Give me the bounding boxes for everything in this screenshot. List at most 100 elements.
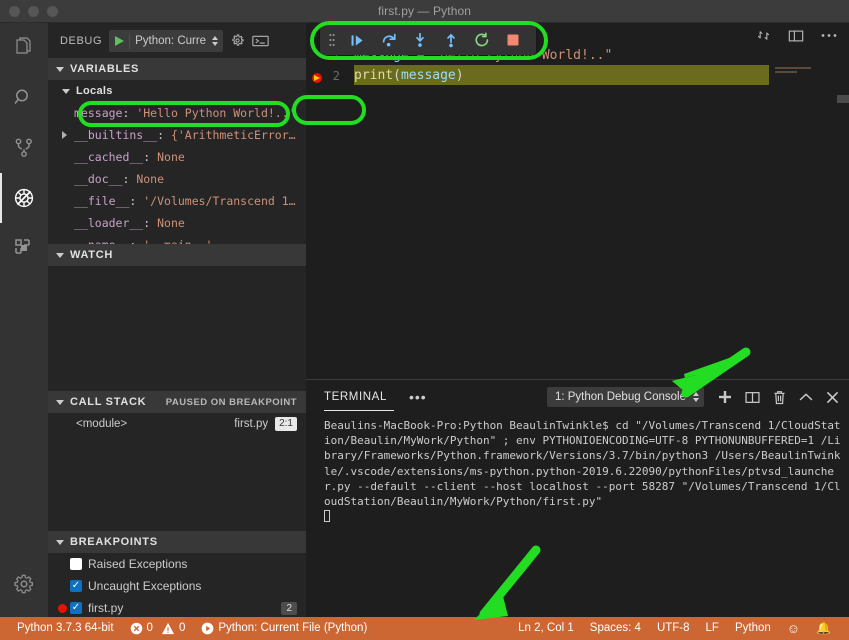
breakpoint-row-first-py[interactable]: first.py 2 [48,597,306,619]
close-icon[interactable] [826,391,839,404]
split-editor-icon[interactable] [756,28,771,43]
sidebar-item-explorer[interactable] [0,23,48,73]
debug-label: DEBUG [60,34,103,47]
editor-layout-icon[interactable] [788,29,804,43]
line-number[interactable]: 2 [306,68,354,83]
editor-scrollbar[interactable] [837,67,849,401]
annotation-arrow-to-status-bar [474,545,541,620]
variable-row-file[interactable]: __file__: '/Volumes/Transcend 1… [48,190,306,212]
watch-title: WATCH [70,249,114,261]
breakpoint-row-uncaught-exceptions[interactable]: Uncaught Exceptions [48,575,306,597]
variables-list[interactable]: Locals message: 'Hello Python World!..' … [48,80,306,244]
active-tab-underline [324,410,394,411]
manage-settings-button[interactable] [0,559,48,609]
bottom-panel: TERMINAL ••• 1: Python Debug Console Bea… [306,379,849,617]
code-line-2[interactable]: 2 print(message) [306,65,849,85]
variables-pane-header[interactable]: VARIABLES [48,58,306,80]
breakpoint-label: Raised Exceptions [88,557,188,571]
terminal-text: Beaulins-MacBook-Pro:Python BeaulinTwink… [324,419,841,509]
sidebar-item-source-control[interactable] [0,123,48,173]
status-problems[interactable]: 0 0 [122,617,194,640]
drag-handle-icon[interactable] [320,33,342,47]
debug-settings-button[interactable] [230,33,245,48]
error-count: 0 [146,622,153,634]
sidebar-item-search[interactable] [0,73,48,123]
callstack-pane-header[interactable]: CALL STACK PAUSED ON BREAKPOINT [48,391,306,413]
status-bar-right: Ln 2, Col 1 Spaces: 4 UTF-8 LF Python ☺ … [510,617,849,640]
chevron-right-icon[interactable] [62,131,67,139]
status-bar: Python 3.7.3 64-bit 0 0 Python: Current … [0,617,849,640]
stop-button[interactable] [497,32,528,48]
breakpoints-pane-header[interactable]: BREAKPOINTS [48,531,306,553]
minimap[interactable] [775,67,837,401]
debug-icon [12,186,36,210]
checkbox-unchecked[interactable] [70,558,82,570]
sidebar-item-debug[interactable] [0,173,48,223]
variable-row-doc[interactable]: __doc__: None [48,168,306,190]
line-number-text: 2 [332,67,340,83]
variable-name: __name__ [74,238,129,244]
open-debug-console-button[interactable] [252,34,269,48]
ellipsis-icon[interactable]: ••• [409,389,427,404]
frame-label: <module> [76,418,128,430]
breakpoints-list[interactable]: Raised Exceptions Uncaught Exceptions fi… [48,553,306,619]
chevron-updown-icon[interactable] [212,35,219,46]
chevron-down-icon [56,252,64,258]
extensions-icon [13,237,35,259]
watch-pane-header[interactable]: WATCH [48,244,306,266]
sidebar-item-extensions[interactable] [0,223,48,273]
variables-title: VARIABLES [70,63,140,75]
debug-configuration-dropdown[interactable]: Python: Curre [109,29,224,52]
trash-icon[interactable] [773,390,786,405]
variable-row-name[interactable]: __name__: '__main__' [48,234,306,244]
breakpoint-current-icon[interactable] [312,72,322,83]
variables-scope-locals[interactable]: Locals [48,80,306,102]
variable-name: message [74,106,123,120]
breakpoint-row-raised-exceptions[interactable]: Raised Exceptions [48,553,306,575]
code-text: print(message) [354,67,466,83]
status-indentation[interactable]: Spaces: 4 [582,617,649,640]
code-editor[interactable]: 1 message = "Hello Python World!.." 2 pr… [306,45,849,401]
scrollbar-thumb[interactable] [837,95,849,103]
watch-list[interactable] [48,266,306,391]
status-language-mode[interactable]: Python [727,617,779,640]
breakpoint-count-badge: 2 [281,601,297,615]
checkbox-checked[interactable] [70,602,82,614]
variable-name: __doc__ [74,172,123,186]
restart-button[interactable] [466,31,497,49]
minimap-line [775,71,797,73]
chevron-down-icon [56,66,64,72]
status-run-python-file[interactable]: Python: Current File (Python) [193,617,375,640]
variable-name: __file__ [74,194,130,208]
status-eol[interactable]: LF [698,617,727,640]
step-over-button[interactable] [373,31,404,49]
play-icon[interactable] [115,35,125,46]
status-encoding[interactable]: UTF-8 [649,617,698,640]
checkbox-checked[interactable] [70,580,82,592]
step-into-button[interactable] [404,31,435,49]
ellipsis-icon[interactable] [821,33,837,38]
tab-terminal[interactable]: TERMINAL [324,391,387,403]
variable-row-loader[interactable]: __loader__: None [48,212,306,234]
variable-value: 'Hello Python World!..' [136,106,296,120]
variable-row-message[interactable]: message: 'Hello Python World!..' [48,102,306,124]
terminal-output[interactable]: Beaulins-MacBook-Pro:Python BeaulinTwink… [306,414,849,524]
step-out-button[interactable] [435,31,466,49]
callstack-frame-module[interactable]: <module> first.py 2:1 [48,413,306,435]
status-feedback-smiley-icon[interactable]: ☺ [779,617,808,640]
variable-row-cached[interactable]: __cached__: None [48,146,306,168]
callstack-list[interactable]: <module> first.py 2:1 [48,413,306,531]
chevron-down-icon [56,539,64,545]
status-python-version[interactable]: Python 3.7.3 64-bit [9,617,122,640]
variable-row-builtins[interactable]: __builtins__: {'ArithmeticError… [48,124,306,146]
variable-value: None [136,172,165,186]
status-label: Python: Current File (Python) [218,622,368,634]
status-notifications-bell-icon[interactable]: 🔔 [808,617,839,640]
variable-value: {'ArithmeticError… [170,128,296,142]
debug-action-bar[interactable] [320,25,536,55]
warning-icon [161,622,175,635]
chevron-up-icon[interactable] [799,392,813,402]
variable-value: '__main__' [143,238,212,244]
debug-sidebar: DEBUG Python: Curre VARIABLES Locals mes… [48,23,306,619]
continue-button[interactable] [342,32,373,49]
